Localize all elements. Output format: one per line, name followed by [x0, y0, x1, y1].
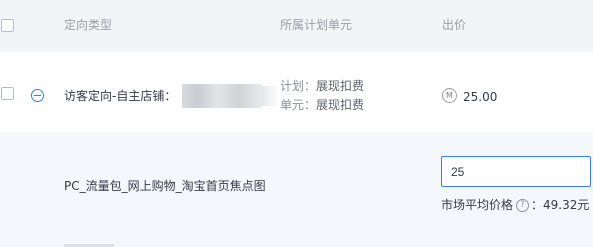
market-average-price: 市场平均价格 ? ：49.32元	[441, 197, 589, 213]
plan-billing: 计划：展现扣费	[280, 78, 364, 94]
column-header-plan-unit: 所属计划单元	[280, 18, 353, 32]
plan-value: 展现扣费	[316, 79, 365, 93]
column-header-targeting-type: 定向类型	[64, 18, 113, 32]
row-checkbox[interactable]	[1, 87, 14, 100]
redacted-shop-name	[182, 84, 262, 108]
select-all-checkbox[interactable]	[1, 19, 14, 32]
targeting-name: 访客定向-自主店铺：	[64, 89, 177, 103]
bid-value: 25.00	[463, 90, 498, 104]
redacted-shop-name-fade	[262, 86, 280, 106]
plan-label: 计划：	[280, 79, 317, 93]
help-icon[interactable]: ?	[516, 198, 530, 212]
unit-billing: 单元：展现扣费	[280, 97, 364, 113]
market-average-label: 市场平均价格	[441, 198, 514, 212]
placement-name: PC_流量包_网上购物_淘宝首页焦点图	[64, 179, 266, 193]
unit-value: 展现扣费	[316, 98, 365, 112]
column-header-bid: 出价	[442, 18, 467, 32]
currency-coin-icon: M	[442, 88, 457, 103]
market-average-value: ：49.32元	[531, 198, 590, 212]
collapse-icon[interactable]	[31, 89, 44, 102]
unit-label: 单元：	[280, 98, 317, 112]
bid-input[interactable]	[441, 156, 591, 187]
